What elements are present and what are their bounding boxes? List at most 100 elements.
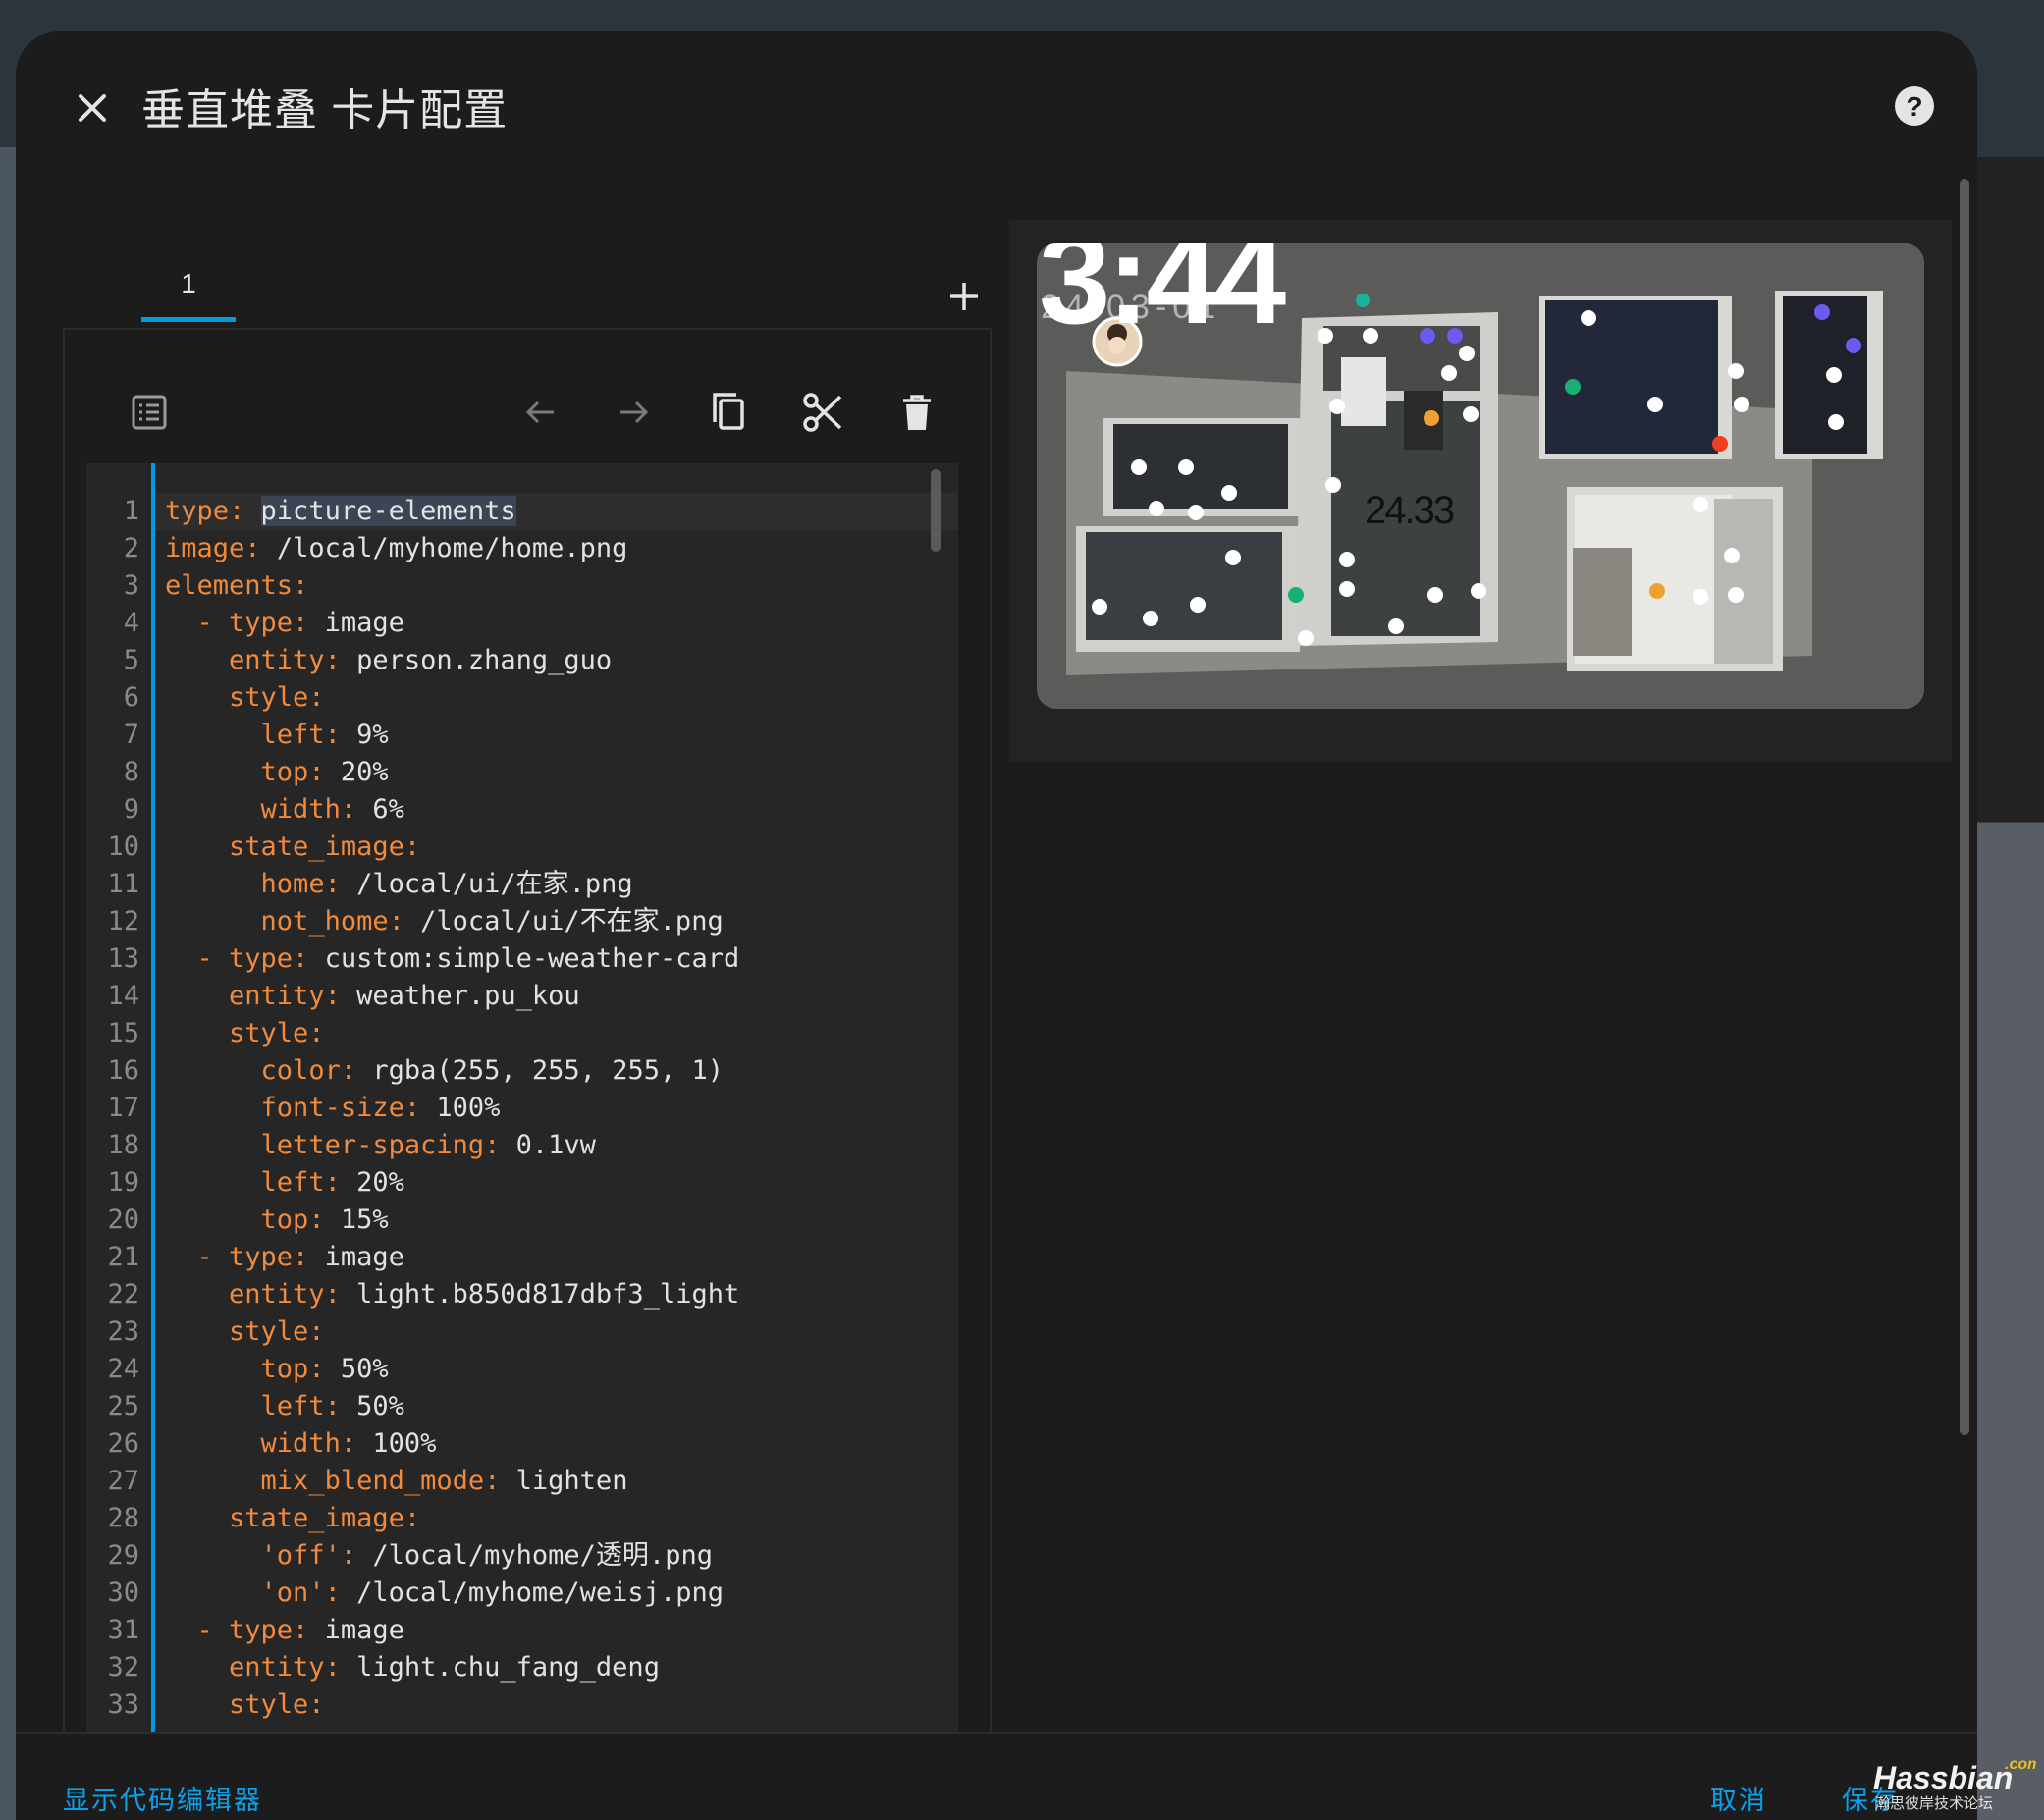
code-line[interactable]: 15 style: <box>107 1015 958 1052</box>
editor-scrollbar[interactable] <box>931 469 941 552</box>
code-line[interactable]: 19 left: 20% <box>107 1164 958 1202</box>
line-number: 1 <box>123 496 139 526</box>
yaml-key: entity: <box>229 645 341 675</box>
list-icon[interactable] <box>126 389 173 436</box>
tab-1[interactable]: 1 <box>141 257 236 322</box>
code-line[interactable]: 13 - type: custom:simple-weather-card <box>107 940 958 978</box>
code-line[interactable]: 12 not_home: /local/ui/不在家.png <box>107 903 958 940</box>
code-line[interactable]: 18 letter-spacing: 0.1vw <box>107 1127 958 1164</box>
yaml-value: lighten <box>515 1466 628 1496</box>
code-line[interactable]: 8 top: 20% <box>124 754 958 791</box>
yaml-value: image <box>324 608 404 638</box>
line-number: 7 <box>123 720 139 750</box>
code-line[interactable]: 24 top: 50% <box>107 1351 958 1388</box>
code-line[interactable]: 1 type: picture-elements <box>124 493 958 530</box>
code-line[interactable]: 7 left: 9% <box>124 717 958 754</box>
code-line[interactable]: 30 'on': /local/myhome/weisj.png <box>107 1575 958 1612</box>
yaml-code-editor[interactable]: 1 type: picture-elements 2 image: /local/my… <box>86 463 958 1767</box>
code-text: entity: light.b850d817dbf3_light <box>165 1276 739 1313</box>
show-code-editor-button[interactable]: 显示代码编辑器 <box>63 1779 262 1817</box>
yaml-key: not_home: <box>260 906 404 937</box>
code-line[interactable]: 17 font-size: 100% <box>107 1090 958 1127</box>
background-right <box>1973 157 2044 1820</box>
code-line[interactable]: 20 top: 15% <box>107 1202 958 1239</box>
code-text: state_image: <box>165 829 420 866</box>
line-number: 9 <box>123 794 139 825</box>
delete-icon[interactable] <box>893 389 941 436</box>
code-line[interactable]: 33 style: <box>107 1686 958 1724</box>
code-text: mix_blend_mode: lighten <box>165 1463 628 1500</box>
code-line[interactable]: 2 image: /local/myhome/home.png <box>124 530 958 567</box>
code-line[interactable]: 3 elements: <box>124 567 958 605</box>
line-number: 18 <box>107 1130 139 1160</box>
code-line[interactable]: 27 mix_blend_mode: lighten <box>107 1463 958 1500</box>
yaml-key: style: <box>229 1316 325 1347</box>
code-line[interactable]: 10 state_image: <box>107 829 958 866</box>
yaml-key: letter-spacing: <box>260 1130 501 1160</box>
code-lines: 1 type: picture-elements 2 image: /local/my… <box>107 493 958 1724</box>
line-number: 10 <box>107 831 139 862</box>
yaml-key: type: <box>229 1242 309 1272</box>
cancel-button[interactable]: 取消 <box>1710 1779 1767 1817</box>
code-line[interactable]: 6 style: <box>124 679 958 717</box>
svg-text:Hassbian: Hassbian <box>1873 1760 2013 1795</box>
code-line[interactable]: 4 - type: image <box>124 605 958 642</box>
yaml-value: 20% <box>340 757 389 787</box>
line-number: 14 <box>107 981 139 1011</box>
yaml-value: 0.1vw <box>515 1130 596 1160</box>
code-line[interactable]: 32 entity: light.chu_fang_deng <box>107 1649 958 1686</box>
code-line[interactable]: 31 - type: image <box>107 1612 958 1649</box>
code-text: 'on': /local/myhome/weisj.png <box>165 1575 724 1612</box>
code-line[interactable]: 26 width: 100% <box>107 1425 958 1463</box>
yaml-value: person.zhang_guo <box>356 645 613 675</box>
code-line[interactable]: 11 home: /local/ui/在家.png <box>107 866 958 903</box>
yaml-key: type: <box>229 608 309 638</box>
arrow-left-icon[interactable] <box>516 389 564 436</box>
code-text: - type: image <box>165 605 404 642</box>
yaml-value: picture-elements <box>260 496 516 526</box>
yaml-key: type: <box>229 943 309 974</box>
code-text: top: 20% <box>165 754 389 791</box>
add-card-plus-icon[interactable] <box>941 273 988 320</box>
cut-icon[interactable] <box>799 389 846 436</box>
yaml-key: width: <box>260 794 357 825</box>
yaml-list-dash: - <box>196 608 230 638</box>
code-line[interactable]: 14 entity: weather.pu_kou <box>107 978 958 1015</box>
line-number: 6 <box>123 682 139 713</box>
dialog-title: 垂直堆叠 卡片配置 <box>141 86 509 134</box>
yaml-key: mix_blend_mode: <box>260 1466 501 1496</box>
line-number: 15 <box>107 1018 139 1048</box>
line-number: 20 <box>107 1204 139 1235</box>
code-line[interactable]: 23 style: <box>107 1313 958 1351</box>
yaml-value: 100% <box>372 1428 437 1459</box>
yaml-value: light.b850d817dbf3_light <box>356 1279 740 1310</box>
code-line[interactable]: 28 state_image: <box>107 1500 958 1537</box>
dialog-scrollbar[interactable] <box>1960 179 1969 1435</box>
line-number: 24 <box>107 1354 139 1384</box>
code-line[interactable]: 29 'off': /local/myhome/透明.png <box>107 1537 958 1575</box>
arrow-right-icon[interactable] <box>611 389 658 436</box>
yaml-key: color: <box>260 1055 357 1086</box>
yaml-key: left: <box>260 1391 341 1421</box>
code-line[interactable]: 25 left: 50% <box>107 1388 958 1425</box>
close-icon[interactable] <box>65 80 120 135</box>
yaml-value: 15% <box>340 1204 389 1235</box>
copy-icon[interactable] <box>705 389 752 436</box>
yaml-key: entity: <box>229 1279 341 1310</box>
code-line[interactable]: 16 color: rgba(255, 255, 255, 1) <box>107 1052 958 1090</box>
code-line[interactable]: 9 width: 6% <box>124 791 958 829</box>
code-text: state_image: <box>165 1500 420 1537</box>
line-number: 3 <box>123 570 139 601</box>
code-line[interactable]: 22 entity: light.b850d817dbf3_light <box>107 1276 958 1313</box>
line-number: 11 <box>107 869 139 899</box>
help-icon[interactable]: ? <box>1887 79 1942 134</box>
code-line[interactable]: 21 - type: image <box>107 1239 958 1276</box>
yaml-value: 50% <box>340 1354 389 1384</box>
yaml-key: entity: <box>229 1652 341 1683</box>
code-text: left: 9% <box>165 717 389 754</box>
code-text: home: /local/ui/在家.png <box>165 866 633 903</box>
code-line[interactable]: 5 entity: person.zhang_guo <box>124 642 958 679</box>
yaml-value: 100% <box>436 1093 501 1123</box>
line-number: 5 <box>123 645 139 675</box>
yaml-value: rgba(255, 255, 255, 1) <box>372 1055 724 1086</box>
